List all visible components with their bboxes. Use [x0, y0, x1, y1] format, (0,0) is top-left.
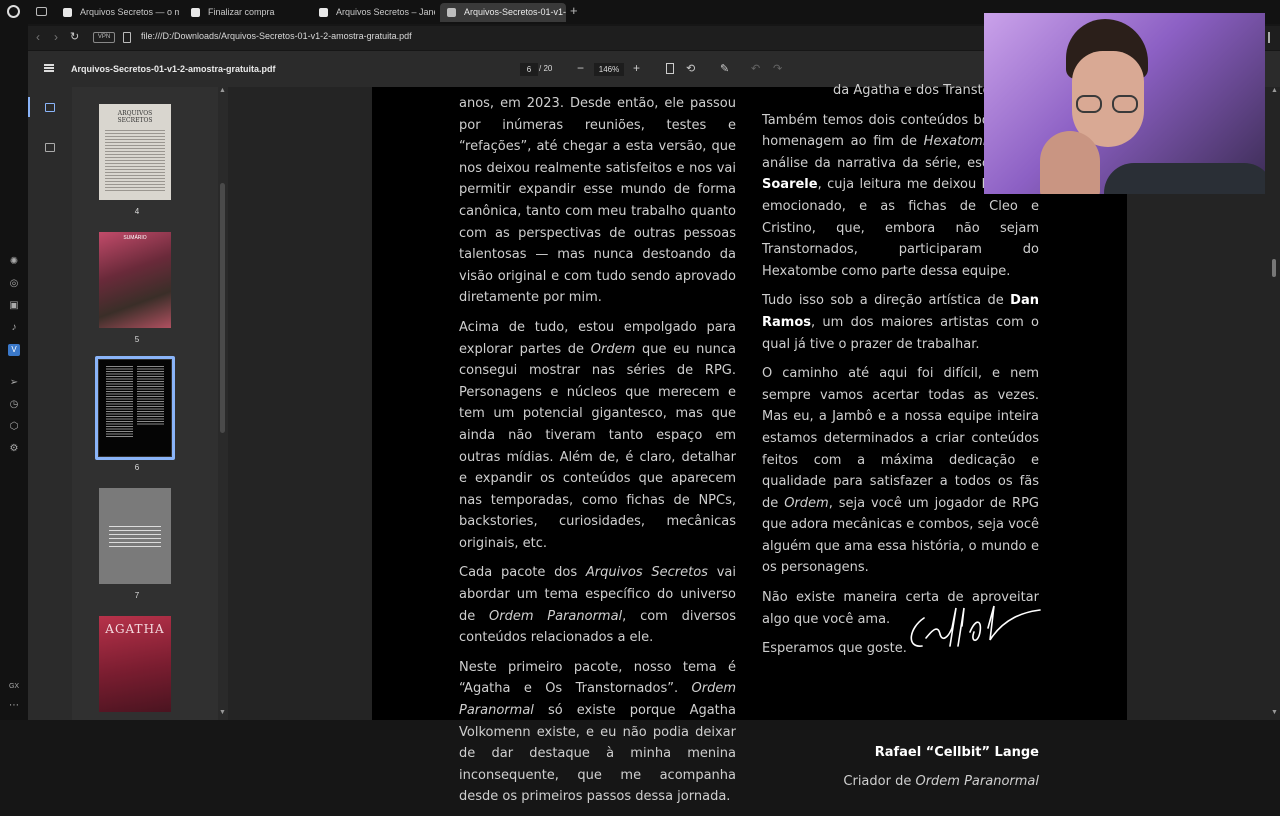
paragraph: O caminho até aqui foi difícil, e nem se…: [762, 366, 1039, 576]
scroll-up-icon[interactable]: ▲: [219, 87, 226, 94]
workspaces-icon[interactable]: [36, 7, 47, 16]
thumbnail-title: ARQUIVOS SECRETOS: [117, 110, 153, 124]
vpn-badge[interactable]: VPN: [93, 32, 115, 43]
history-icon[interactable]: ◷: [8, 399, 20, 411]
thumbnail-nav-indicator: [28, 97, 30, 117]
annotate-icon[interactable]: ✎: [720, 62, 729, 75]
page-thumbnail-4[interactable]: ARQUIVOS SECRETOS: [99, 104, 171, 200]
new-tab-button[interactable]: +: [570, 3, 578, 18]
thumbnail-number: 6: [134, 463, 140, 472]
tab-3[interactable]: Arquivos-Secretos-01-v1-: [440, 3, 566, 22]
thumbnail-panel: ARQUIVOS SECRETOS 4 SUMÁRIO 5 6 7 AGATHA…: [28, 87, 228, 720]
menu-icon[interactable]: [44, 64, 54, 72]
page-thumbnail-8[interactable]: AGATHA: [99, 616, 171, 712]
left-text-column: anos, em 2023. Desde então, ele passou p…: [459, 93, 736, 816]
paragraph: Cada pacote dos Arquivos Secretos vai ab…: [459, 565, 736, 646]
tab-0[interactable]: Arquivos Secretos — o ma: [56, 3, 179, 22]
tab-label: Arquivos-Secretos-01-v1-: [464, 7, 566, 17]
zoom-in-button[interactable]: +: [633, 61, 640, 75]
forward-icon[interactable]: ›: [54, 30, 58, 44]
paragraph: Acima de tudo, estou empolgado para expl…: [459, 319, 736, 551]
redo-icon[interactable]: ↷: [773, 62, 782, 75]
thumbnail-scrollbar[interactable]: ▲ ▼: [218, 87, 228, 720]
paragraph: Tudo isso sob a direção artística de Dan…: [762, 293, 1039, 352]
browser-sidebar: ✺ ◎ ▣ ♪ V ➢ ◷ ⬡ ⚙ GX ⋯: [0, 24, 28, 720]
opera-logo-icon[interactable]: [7, 5, 20, 18]
tab-label: Arquivos Secretos — o ma: [80, 7, 179, 17]
paragraph: Neste primeiro pacote, nosso tema é “Aga…: [459, 659, 736, 805]
page-number-input[interactable]: 6: [520, 63, 538, 76]
gx-icon[interactable]: GX: [8, 681, 20, 693]
file-icon: [123, 32, 131, 43]
author-name: Rafael “Cellbit” Lange: [874, 744, 1039, 760]
outline-view-icon[interactable]: [45, 143, 55, 152]
tab-favicon-icon: [191, 8, 200, 17]
page-total: / 20: [539, 64, 553, 73]
reload-icon[interactable]: ↻: [70, 30, 79, 43]
tab-1[interactable]: Finalizar compra: [184, 3, 307, 22]
tab-favicon-icon: [447, 8, 456, 17]
thumbnail-text-block: [137, 366, 164, 426]
tab-favicon-icon: [319, 8, 328, 17]
more-icon[interactable]: ⋯: [8, 700, 20, 712]
thumbnail-title: AGATHA: [105, 622, 165, 636]
pdf-filename: Arquivos-Secretos-01-v1-2-amostra-gratui…: [71, 64, 276, 74]
thumbnail-scrollbar-thumb[interactable]: [220, 183, 225, 433]
zoom-out-button[interactable]: −: [577, 61, 584, 75]
signature: [910, 605, 1041, 647]
undo-icon[interactable]: ↶: [751, 62, 760, 75]
vk-icon[interactable]: V: [8, 344, 20, 356]
author-role: Criador de Ordem Paranormal: [843, 774, 1039, 790]
tiktok-icon[interactable]: ♪: [8, 322, 20, 334]
person-hand: [1040, 131, 1100, 194]
person-shirt: [1104, 163, 1265, 194]
settings-icon[interactable]: ⚙: [8, 443, 20, 455]
thumbnail-number: 4: [134, 207, 140, 216]
instagram-icon[interactable]: ▣: [8, 300, 20, 312]
send-icon[interactable]: ➢: [8, 377, 20, 389]
viewer-scrollbar[interactable]: ▲ ▼: [1268, 87, 1280, 720]
tab-label: Arquivos Secretos – Jane: [336, 7, 435, 17]
fit-page-icon[interactable]: [666, 63, 674, 74]
thumbnails-view-icon[interactable]: [45, 103, 55, 112]
chatgpt-icon[interactable]: ✺: [8, 256, 20, 268]
tab-favicon-icon: [63, 8, 72, 17]
scroll-down-icon[interactable]: ▼: [1271, 709, 1278, 716]
thumbnail-text-block: [106, 366, 133, 438]
tab-label: Finalizar compra: [208, 7, 275, 17]
extensions-icon[interactable]: ⬡: [8, 421, 20, 433]
tab-2[interactable]: Arquivos Secretos – Jane: [312, 3, 435, 22]
glasses: [1074, 95, 1142, 113]
webcam-overlay: [984, 13, 1265, 194]
scroll-up-icon[interactable]: ▲: [1271, 87, 1278, 94]
viewer-scrollbar-thumb[interactable]: [1272, 259, 1276, 277]
url-field[interactable]: file:///D:/Downloads/Arquivos-Secretos-0…: [141, 31, 412, 41]
back-icon[interactable]: ‹: [36, 30, 40, 44]
thumbnail-number: 7: [134, 591, 140, 600]
scroll-down-icon[interactable]: ▼: [219, 709, 226, 716]
zoom-level[interactable]: 146%: [594, 63, 624, 76]
thumbnail-nav: [28, 87, 72, 720]
thumbnail-number: 5: [134, 335, 140, 344]
sidebar-toggle-icon[interactable]: [1268, 32, 1276, 43]
thumbnail-text-block: [105, 130, 165, 192]
page-thumbnail-7[interactable]: [99, 488, 171, 584]
rotate-icon[interactable]: ⟲: [686, 62, 695, 75]
page-thumbnail-6[interactable]: [99, 360, 171, 456]
page-thumbnail-5[interactable]: SUMÁRIO: [99, 232, 171, 328]
whatsapp-icon[interactable]: ◎: [8, 278, 20, 290]
thumbnail-title: SUMÁRIO: [123, 235, 147, 241]
paragraph: anos, em 2023. Desde então, ele passou p…: [459, 96, 736, 306]
thumbnail-text-block: [109, 526, 161, 548]
